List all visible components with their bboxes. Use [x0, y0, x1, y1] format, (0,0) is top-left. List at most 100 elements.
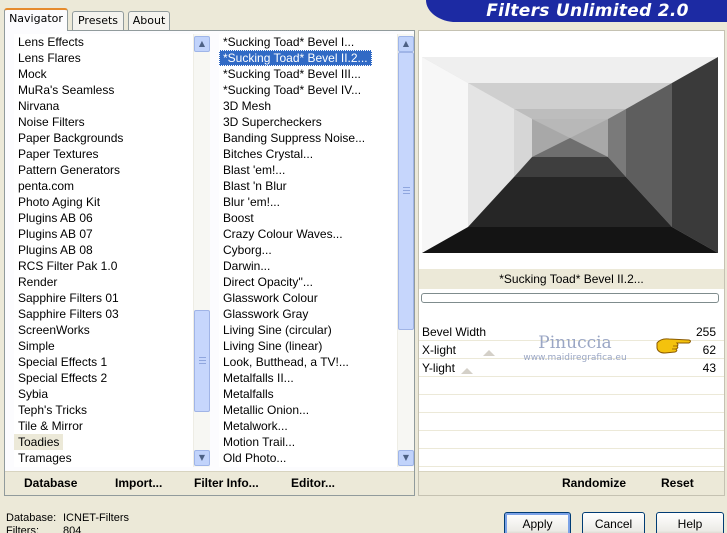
tab-presets[interactable]: Presets [72, 11, 124, 30]
filter-scroll-thumb[interactable] [398, 52, 414, 330]
randomize-button[interactable]: Randomize [562, 476, 626, 490]
category-item[interactable]: Render [14, 274, 193, 290]
category-item[interactable]: Simple [14, 338, 193, 354]
filter-item[interactable]: *Sucking Toad* Bevel II.2... [219, 50, 397, 66]
category-item[interactable]: penta.com [14, 178, 193, 194]
progress-bar [421, 293, 719, 303]
category-item[interactable]: Paper Backgrounds [14, 130, 193, 146]
filter-item[interactable]: Bitches Crystal... [219, 146, 397, 162]
category-item[interactable]: Lens Effects [14, 34, 193, 50]
cancel-button[interactable]: Cancel [582, 512, 645, 533]
category-label: Teph's Tricks [18, 403, 87, 417]
category-item[interactable]: Special Effects 1 [14, 354, 193, 370]
category-item[interactable]: Plugins AB 08 [14, 242, 193, 258]
category-item[interactable]: ScreenWorks [14, 322, 193, 338]
filter-item[interactable]: Banding Suppress Noise... [219, 130, 397, 146]
filter-item[interactable]: Darwin... [219, 258, 397, 274]
category-label: Sybia [18, 387, 49, 401]
category-label: Plugins AB 08 [18, 243, 93, 257]
import-button[interactable]: Import... [115, 476, 162, 490]
param-value: 43 [702, 361, 716, 375]
filter-label: Blur 'em!... [223, 195, 280, 209]
category-scrollbar[interactable]: ▲ ▼ [193, 34, 210, 467]
category-item[interactable]: Toadies [14, 434, 193, 450]
editor-button[interactable]: Editor... [291, 476, 335, 490]
category-item[interactable]: Tramages [14, 450, 193, 466]
filter-item[interactable]: Motion Trail... [219, 434, 397, 450]
arrow-up-icon[interactable]: ▲ [194, 36, 210, 52]
category-item[interactable]: Lens Flares [14, 50, 193, 66]
tab-navigator[interactable]: Navigator [4, 8, 68, 31]
database-value: ICNET-Filters [63, 512, 129, 524]
slider-marker[interactable] [483, 350, 495, 356]
reset-button[interactable]: Reset [661, 476, 694, 490]
category-scroll-thumb[interactable] [194, 310, 210, 412]
arrow-up-icon[interactable]: ▲ [398, 36, 414, 52]
category-label: Plugins AB 07 [18, 227, 93, 241]
category-label: Noise Filters [18, 115, 85, 129]
filter-item[interactable]: Glasswork Colour [219, 290, 397, 306]
filter-item[interactable]: Metalfalls II... [219, 370, 397, 386]
tab-about[interactable]: About [128, 11, 170, 30]
filter-item[interactable]: Cyborg... [219, 242, 397, 258]
filter-item[interactable]: Glasswork Gray [219, 306, 397, 322]
slider-marker[interactable] [461, 368, 473, 374]
category-item[interactable]: Sapphire Filters 01 [14, 290, 193, 306]
filter-item[interactable]: 3D Mesh [219, 98, 397, 114]
filter-item[interactable]: 3D Supercheckers [219, 114, 397, 130]
param-label: Bevel Width [422, 325, 487, 339]
category-item[interactable]: Teph's Tricks [14, 402, 193, 418]
navigator-panel: Lens Effects Lens Flares Mock MuRa's Seamle… [4, 30, 415, 496]
category-item[interactable]: Paper Textures [14, 146, 193, 162]
apply-button[interactable]: Apply [504, 512, 571, 533]
arrow-down-icon[interactable]: ▼ [194, 450, 210, 466]
filter-item[interactable]: Living Sine (circular) [219, 322, 397, 338]
category-list[interactable]: Lens Effects Lens Flares Mock MuRa's Seamle… [14, 34, 193, 467]
category-item[interactable]: Nirvana [14, 98, 193, 114]
category-item[interactable]: Tile & Mirror [14, 418, 193, 434]
database-button[interactable]: Database [24, 476, 77, 490]
filter-item[interactable]: *Sucking Toad* Bevel IV... [219, 82, 397, 98]
filter-item[interactable]: Living Sine (linear) [219, 338, 397, 354]
filter-info-button[interactable]: Filter Info... [194, 476, 259, 490]
filter-item[interactable]: Look, Butthead, a TV!... [219, 354, 397, 370]
navigator-toolbar: Database Import... Filter Info... Editor… [5, 471, 414, 495]
arrow-down-icon[interactable]: ▼ [398, 450, 414, 466]
filter-item[interactable]: Blast 'em!... [219, 162, 397, 178]
category-item[interactable]: MuRa's Seamless [14, 82, 193, 98]
watermark-title: Pinuccia [538, 333, 612, 353]
category-item[interactable]: Plugins AB 07 [14, 226, 193, 242]
filter-scrollbar[interactable]: ▲ ▼ [397, 34, 414, 467]
category-item[interactable]: Mock [14, 66, 193, 82]
category-label: ScreenWorks [18, 323, 90, 337]
filter-item[interactable]: Direct Opacity''... [219, 274, 397, 290]
help-button[interactable]: Help [656, 512, 724, 533]
category-item[interactable]: Plugins AB 06 [14, 210, 193, 226]
filter-label: *Sucking Toad* Bevel III... [223, 67, 361, 81]
category-label: Photo Aging Kit [18, 195, 101, 209]
filter-item[interactable]: Crazy Colour Waves... [219, 226, 397, 242]
filter-item[interactable]: Metallic Onion... [219, 402, 397, 418]
filter-item[interactable]: Metalwork... [219, 418, 397, 434]
pointing-hand-icon [656, 338, 691, 354]
category-item[interactable]: Sapphire Filters 03 [14, 306, 193, 322]
filter-label: 3D Mesh [223, 99, 272, 113]
category-item[interactable]: Special Effects 2 [14, 370, 193, 386]
filter-label: Old Photo... [223, 451, 287, 465]
category-item[interactable]: Noise Filters [14, 114, 193, 130]
filter-list[interactable]: *Sucking Toad* Bevel I... *Sucking Toad* … [219, 34, 397, 467]
filter-item[interactable]: Boost [219, 210, 397, 226]
filter-label: Bitches Crystal... [223, 147, 314, 161]
filter-item[interactable]: Blur 'em!... [219, 194, 397, 210]
category-item[interactable]: Photo Aging Kit [14, 194, 193, 210]
filter-item[interactable]: Blast 'n Blur [219, 178, 397, 194]
category-item[interactable]: Pattern Generators [14, 162, 193, 178]
category-label: Sapphire Filters 01 [18, 291, 119, 305]
filter-item[interactable]: *Sucking Toad* Bevel III... [219, 66, 397, 82]
category-item[interactable]: Sybia [14, 386, 193, 402]
filter-label: Living Sine (linear) [223, 339, 323, 353]
filter-item[interactable]: Old Photo... [219, 450, 397, 466]
filter-item[interactable]: Metalfalls [219, 386, 397, 402]
filter-item[interactable]: *Sucking Toad* Bevel I... [219, 34, 397, 50]
category-item[interactable]: RCS Filter Pak 1.0 [14, 258, 193, 274]
